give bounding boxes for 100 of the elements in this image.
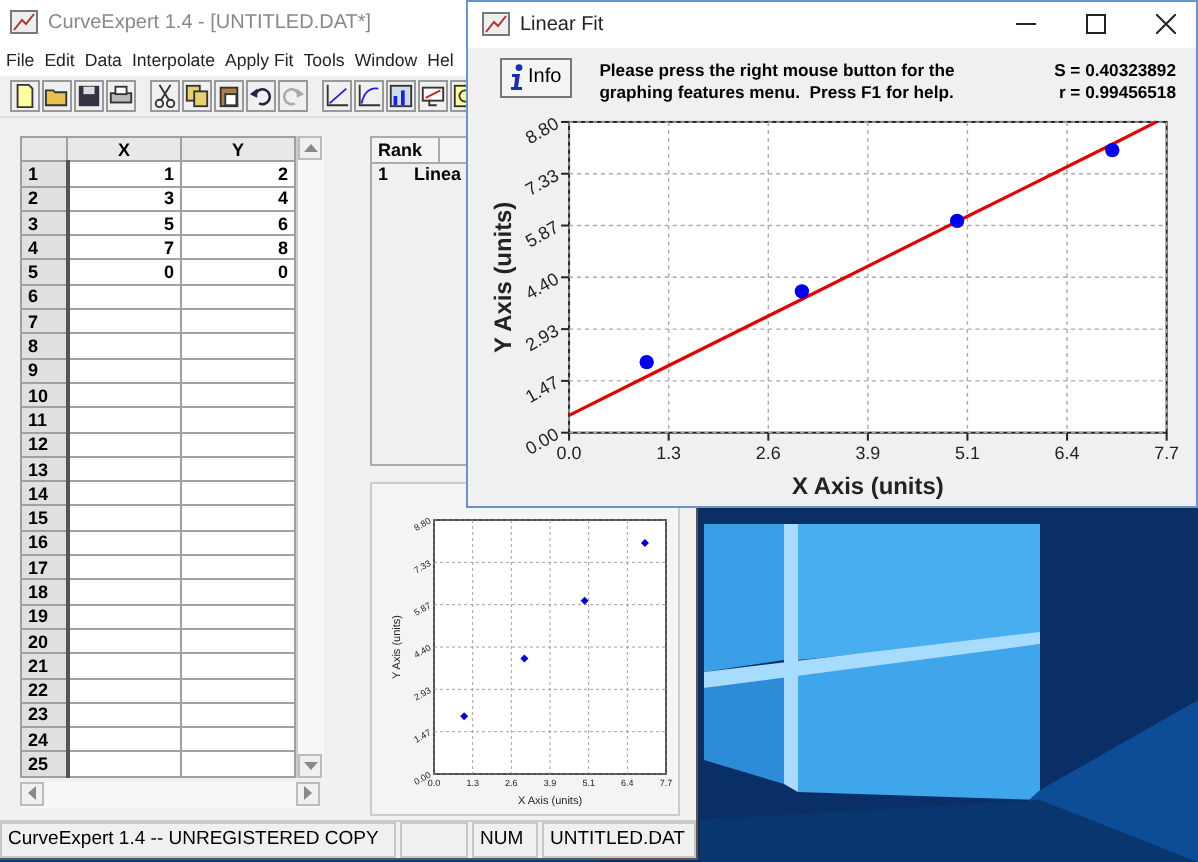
toolbar-button[interactable] xyxy=(418,80,448,112)
toolbar-button[interactable] xyxy=(354,80,384,112)
column-header[interactable]: Y xyxy=(181,137,295,162)
chart-card-icon xyxy=(420,82,446,110)
toolbar-button[interactable] xyxy=(150,80,180,112)
toolbar-button[interactable] xyxy=(182,80,212,112)
column-header[interactable]: Rank xyxy=(372,138,440,164)
row-header[interactable]: 6 xyxy=(21,284,67,310)
row-header[interactable]: 19 xyxy=(21,604,67,629)
scroll-left-icon[interactable] xyxy=(20,781,44,806)
row-header[interactable]: 22 xyxy=(21,678,67,703)
scroll-right-icon[interactable] xyxy=(296,781,320,806)
column-header[interactable]: X xyxy=(67,137,181,162)
row-header[interactable]: 11 xyxy=(21,407,67,433)
table-cell[interactable] xyxy=(181,284,295,310)
tick-label: 7.33 xyxy=(521,164,563,200)
tick-label: 6.4 xyxy=(1054,442,1080,463)
window-title: CurveExpert 1.4 - [UNTITLED.DAT*] xyxy=(48,11,372,33)
scroll-up-icon[interactable] xyxy=(298,136,322,160)
row-header[interactable]: 25 xyxy=(21,751,67,777)
table-cell[interactable] xyxy=(181,333,295,359)
table-cell[interactable] xyxy=(181,407,295,433)
scissors-icon xyxy=(152,82,178,110)
row-header[interactable]: 10 xyxy=(21,382,67,408)
row-header[interactable]: 5 xyxy=(21,259,67,285)
tick-label: 2.6 xyxy=(755,442,781,463)
table-cell[interactable] xyxy=(181,456,295,482)
row-header[interactable]: 12 xyxy=(21,432,67,457)
table-cell[interactable] xyxy=(181,505,295,531)
table-cell[interactable] xyxy=(181,555,295,580)
tick-label: 1.47 xyxy=(521,371,563,407)
toolbar-button[interactable] xyxy=(10,80,40,112)
toolbar-button[interactable] xyxy=(322,80,352,112)
row-header[interactable]: 14 xyxy=(21,481,67,506)
maximize-icon xyxy=(1086,14,1106,35)
tick-label: 3.9 xyxy=(855,442,881,463)
table-cell[interactable] xyxy=(181,432,295,457)
menu-item[interactable]: Hel xyxy=(427,50,454,70)
table-cell[interactable] xyxy=(181,358,295,383)
row-header[interactable]: 17 xyxy=(21,555,67,580)
menu-item[interactable]: Interpolate xyxy=(131,50,216,70)
table-cell[interactable] xyxy=(181,481,295,506)
row-header[interactable]: 18 xyxy=(21,579,67,605)
row-header[interactable]: 3 xyxy=(21,210,67,236)
toolbar-button[interactable] xyxy=(106,80,136,112)
toolbar-button[interactable] xyxy=(42,80,72,112)
axis-title: X Axis (units) xyxy=(792,472,944,501)
table-cell[interactable] xyxy=(181,751,295,777)
vertical-scrollbar[interactable] xyxy=(296,136,324,778)
status-file-name: UNTITLED.DAT xyxy=(542,822,696,858)
table-cell[interactable] xyxy=(181,628,295,654)
menu-item[interactable]: Data xyxy=(84,50,122,70)
row-header[interactable]: 23 xyxy=(21,702,67,728)
table-cell[interactable]: 8 xyxy=(181,235,295,260)
row-header[interactable]: 1 xyxy=(21,161,67,187)
menu-item[interactable]: File xyxy=(6,50,35,70)
row-header[interactable]: 8 xyxy=(21,333,67,359)
table-cell[interactable] xyxy=(181,653,295,679)
table-cell[interactable] xyxy=(181,309,295,334)
toolbar-button[interactable] xyxy=(386,80,416,112)
tick-label: 2.93 xyxy=(521,320,563,355)
table-cell[interactable]: 0 xyxy=(181,259,295,285)
toolbar-button[interactable] xyxy=(246,80,276,112)
menu-item[interactable]: Apply Fit xyxy=(225,50,294,70)
row-header[interactable]: 9 xyxy=(21,358,67,383)
table-cell[interactable] xyxy=(181,727,295,752)
tick-label: 5.1 xyxy=(955,442,980,463)
row-header[interactable]: 16 xyxy=(21,530,67,556)
tick-label: 7.7 xyxy=(1154,442,1180,463)
toolbar-button[interactable] xyxy=(74,80,104,112)
table-cell[interactable] xyxy=(181,702,295,728)
rank-number: 1 xyxy=(378,164,391,186)
row-header[interactable]: 4 xyxy=(21,235,67,260)
row-header[interactable]: 13 xyxy=(21,456,67,482)
row-header[interactable]: 24 xyxy=(21,727,67,752)
menu-item[interactable]: Edit xyxy=(44,50,75,70)
scroll-down-icon[interactable] xyxy=(298,753,322,778)
table-cell[interactable] xyxy=(181,678,295,703)
info-button[interactable]: Info xyxy=(500,57,572,98)
table-cell[interactable]: 6 xyxy=(181,210,295,236)
table-cell[interactable] xyxy=(181,579,295,605)
row-header[interactable]: 7 xyxy=(21,309,67,334)
table-cell[interactable]: 2 xyxy=(181,161,295,187)
row-header[interactable]: 20 xyxy=(21,628,67,654)
table-cell[interactable] xyxy=(181,382,295,408)
table-cell[interactable] xyxy=(181,604,295,629)
document-icon xyxy=(12,82,38,110)
table-cell[interactable] xyxy=(181,530,295,556)
row-header[interactable]: 15 xyxy=(21,505,67,531)
menu-item[interactable]: Window xyxy=(354,50,418,70)
table-cell[interactable]: 4 xyxy=(181,186,295,211)
window-title: Linear Fit xyxy=(520,13,604,36)
menu-item[interactable]: Tools xyxy=(303,50,345,70)
toolbar-button[interactable] xyxy=(214,80,244,112)
model-name[interactable]: Linea xyxy=(414,164,462,186)
row-header[interactable]: 21 xyxy=(21,653,67,679)
chart-icon xyxy=(482,12,510,37)
tick-label: 4.40 xyxy=(521,268,563,303)
horizontal-scrollbar[interactable] xyxy=(20,781,320,808)
row-header[interactable]: 2 xyxy=(21,186,67,211)
